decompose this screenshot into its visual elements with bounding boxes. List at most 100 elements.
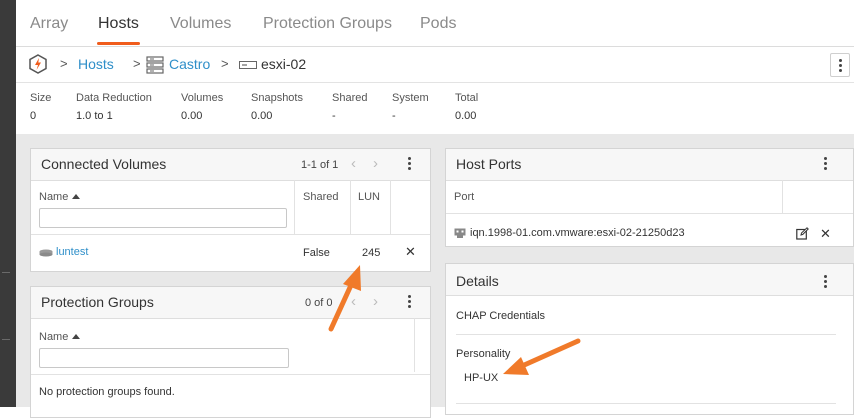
column-divider	[294, 180, 295, 234]
stat-value: 0	[30, 110, 37, 122]
tab-protection-groups[interactable]: Protection Groups	[263, 15, 392, 33]
pagination-label: 1-1 of 1	[301, 159, 339, 171]
pagination-label: 0 of 0	[305, 297, 333, 309]
active-tab-indicator	[97, 42, 140, 45]
host-ports-panel: Host Ports Port iqn.1998-01.com.vmware:e…	[445, 148, 854, 247]
panel-menu-icon[interactable]	[824, 157, 827, 172]
more-vertical-icon	[839, 59, 842, 74]
column-header-lun: LUN	[358, 191, 381, 203]
port-icon	[454, 228, 466, 238]
panel-title: Host Ports	[456, 156, 522, 172]
details-divider	[456, 403, 836, 404]
sort-ascending-icon	[72, 334, 81, 339]
column-label: Name	[39, 331, 69, 343]
left-edge-strip	[0, 0, 16, 407]
strip-tick	[2, 272, 10, 273]
panel-header: Protection Groups 0 of 0 ‹ ›	[31, 287, 430, 319]
breadcrumb-hosts-link[interactable]: Hosts	[78, 56, 114, 72]
panel-title: Protection Groups	[41, 294, 154, 310]
next-page-icon[interactable]: ›	[373, 293, 378, 310]
stat-label: Total	[455, 92, 479, 104]
panel-title: Connected Volumes	[41, 156, 167, 172]
stat-label: Size	[30, 92, 52, 104]
personality-value: HP-UX	[464, 372, 499, 384]
stat-label: Data Reduction	[76, 92, 152, 104]
disconnect-volume-icon[interactable]: ✕	[405, 244, 416, 260]
host-space-stats: Size 0 Data Reduction 1.0 to 1 Volumes 0…	[16, 83, 854, 133]
stat-value: 0.00	[455, 110, 477, 122]
host-group-icon	[146, 56, 164, 74]
prev-page-icon[interactable]: ‹	[351, 293, 356, 310]
column-divider	[782, 180, 783, 213]
sort-ascending-icon	[72, 194, 81, 199]
stat-value: -	[392, 110, 396, 122]
top-tab-bar: Array Hosts Volumes Protection Groups Po…	[16, 0, 854, 47]
stat-value: 1.0 to 1	[76, 110, 113, 122]
edit-icon[interactable]	[796, 227, 809, 240]
host-warning-icon	[29, 54, 47, 74]
volume-shared-value: False	[303, 247, 330, 259]
main-area: Array Hosts Volumes Protection Groups Po…	[16, 0, 854, 418]
empty-state-message: No protection groups found.	[39, 386, 175, 398]
column-header-name[interactable]: Name	[39, 331, 81, 343]
tab-array[interactable]: Array	[30, 15, 68, 33]
panel-menu-icon[interactable]	[824, 275, 827, 290]
stat-value: 0.00	[181, 110, 203, 122]
breadcrumb-separator: >	[60, 56, 68, 71]
details-divider	[456, 334, 836, 335]
chap-credentials-label: CHAP Credentials	[456, 310, 546, 322]
panel-header: Host Ports	[446, 149, 853, 181]
stat-system: System -	[392, 92, 429, 122]
column-divider	[414, 318, 415, 372]
tab-pods[interactable]: Pods	[420, 15, 456, 33]
volume-name-link[interactable]: luntest	[56, 246, 88, 258]
column-divider	[350, 180, 351, 234]
host-icon	[239, 61, 257, 69]
next-page-icon[interactable]: ›	[373, 155, 378, 172]
remove-port-icon[interactable]: ✕	[820, 226, 831, 242]
breadcrumb-current-host: esxi-02	[261, 56, 307, 72]
volume-icon	[39, 249, 53, 257]
tab-volumes[interactable]: Volumes	[170, 15, 231, 33]
column-divider	[390, 180, 391, 234]
row-divider	[31, 234, 430, 235]
stat-value: 0.00	[251, 110, 273, 122]
strip-tick	[2, 339, 10, 340]
column-header-shared: Shared	[303, 191, 339, 203]
name-filter-input[interactable]	[39, 208, 287, 228]
panel-menu-icon[interactable]	[408, 295, 411, 310]
stat-label: Shared	[332, 92, 368, 104]
panel-menu-icon[interactable]	[408, 157, 411, 172]
row-divider	[446, 213, 853, 214]
connected-volumes-panel: Connected Volumes 1-1 of 1 ‹ › Name Shar…	[30, 148, 431, 272]
panel-header: Connected Volumes 1-1 of 1 ‹ ›	[31, 149, 430, 181]
breadcrumb-separator: >	[221, 56, 229, 71]
page-actions-menu-button[interactable]	[830, 53, 850, 77]
port-iqn-value: iqn.1998-01.com.vmware:esxi-02-21250d23	[470, 227, 685, 239]
breadcrumb-host-group-link[interactable]: Castro	[169, 56, 210, 72]
stat-total: Total 0.00	[455, 92, 478, 122]
stat-label: Volumes	[181, 92, 224, 104]
breadcrumb-separator: >	[133, 56, 141, 71]
stat-data-reduction: Data Reduction 1.0 to 1	[76, 92, 152, 122]
stat-value: -	[332, 110, 336, 122]
name-filter-input[interactable]	[39, 348, 289, 368]
panel-title: Details	[456, 273, 499, 289]
row-divider	[31, 374, 430, 375]
tab-hosts[interactable]: Hosts	[98, 15, 139, 33]
stat-snapshots: Snapshots 0.00	[251, 92, 303, 122]
stat-label: System	[392, 92, 429, 104]
stat-shared: Shared -	[332, 92, 367, 122]
column-header-name[interactable]: Name	[39, 191, 81, 203]
details-panel: Details CHAP Credentials Personality HP-…	[445, 263, 854, 415]
protection-groups-panel: Protection Groups 0 of 0 ‹ › Name No pro…	[30, 286, 431, 418]
column-header-port: Port	[454, 191, 475, 203]
volume-lun-value: 245	[362, 247, 381, 259]
stat-label: Snapshots	[251, 92, 303, 104]
breadcrumb: > Hosts > Castro > esxi-02	[16, 47, 854, 83]
content-area: Connected Volumes 1-1 of 1 ‹ › Name Shar…	[16, 134, 854, 418]
panel-header: Details	[446, 264, 853, 296]
prev-page-icon[interactable]: ‹	[351, 155, 356, 172]
column-label: Name	[39, 191, 69, 203]
stat-volumes: Volumes 0.00	[181, 92, 223, 122]
